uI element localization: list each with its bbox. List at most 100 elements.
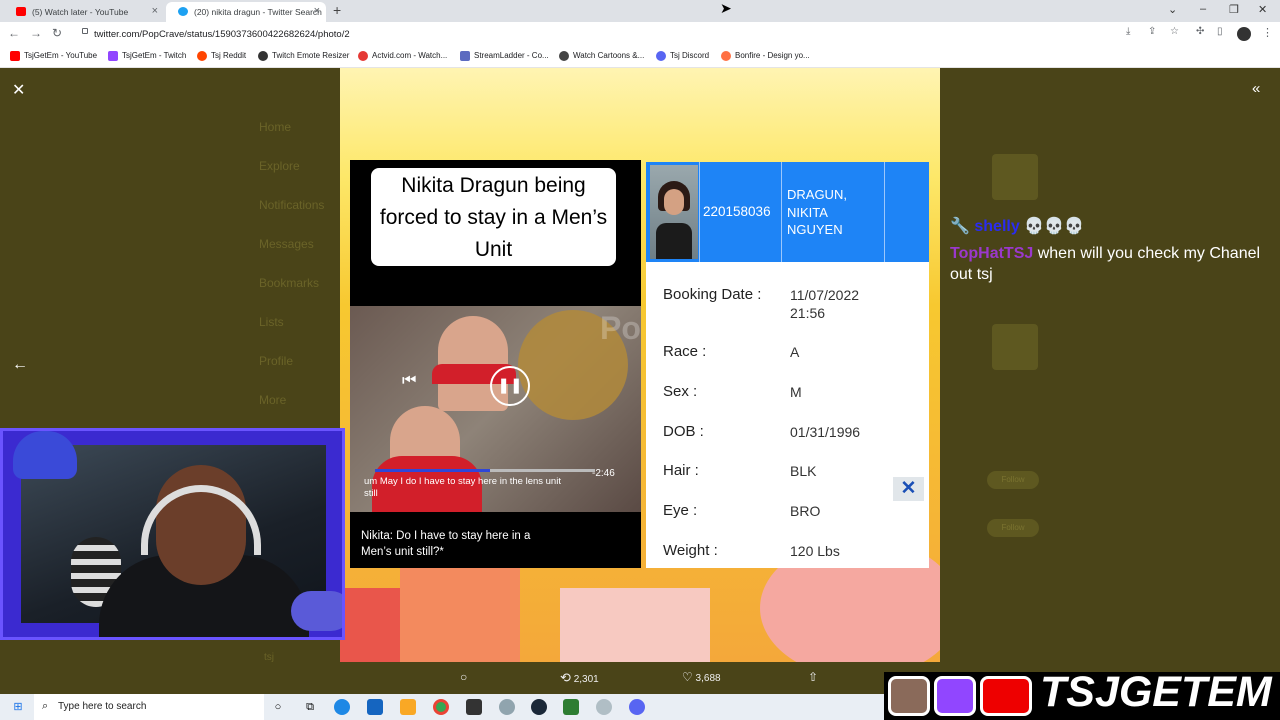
bookmark-label: StreamLadder - Co...: [474, 51, 549, 60]
bookmark-label: Bonfire - Design yo...: [735, 51, 810, 60]
mugshot: [650, 165, 698, 259]
share-icon[interactable]: ⇪: [1148, 26, 1156, 37]
globe-icon: [559, 51, 569, 61]
like-count: 3,688: [695, 673, 721, 684]
steam-icon[interactable]: [531, 699, 547, 715]
decor-shape: [400, 568, 520, 662]
sidebar-icon[interactable]: ▯: [1217, 26, 1223, 37]
video-progress[interactable]: [375, 469, 595, 472]
race-label: Race :: [663, 343, 707, 360]
star-icon[interactable]: ☆: [1170, 26, 1179, 37]
tab-watch-later[interactable]: (5) Watch later - YouTube ×: [4, 2, 164, 22]
bookmark-label: Tsj Reddit: [211, 51, 247, 60]
app-icon[interactable]: [563, 699, 579, 715]
youtube-icon: [980, 676, 1032, 716]
address-bar[interactable]: twitter.com/PopCrave/status/159037360042…: [80, 26, 1120, 42]
pause-icon[interactable]: ❚❚: [490, 366, 530, 406]
bookmark-emote-resizer[interactable]: Twitch Emote Resizer: [258, 51, 349, 61]
close-icon[interactable]: ✕: [12, 80, 25, 100]
body-shape: [656, 223, 692, 259]
booking-date-label: Booking Date :: [663, 286, 762, 303]
minimize-icon[interactable]: –: [1200, 3, 1206, 15]
bookmark-tsj-twitch[interactable]: TsjGetEm - Twitch: [108, 51, 186, 61]
back-icon[interactable]: ←: [8, 26, 20, 40]
extensions-icon[interactable]: ✣: [1196, 26, 1204, 37]
sidebar-item-bookmarks[interactable]: Bookmarks: [259, 276, 319, 290]
app-icon[interactable]: [499, 699, 515, 715]
task-view-icon[interactable]: ⧉: [302, 699, 318, 715]
bookmark-actvid[interactable]: Actvid.com - Watch...: [358, 51, 447, 61]
bookmark-tsj-reddit[interactable]: Tsj Reddit: [197, 51, 247, 61]
instagram-icon: [888, 676, 930, 716]
booking-number: 220158036: [703, 204, 771, 219]
hair-value: BLK: [790, 463, 817, 479]
file-explorer-icon[interactable]: [400, 699, 416, 715]
close-tab-icon[interactable]: ×: [152, 5, 158, 17]
edge-icon[interactable]: [334, 699, 350, 715]
twitch-icon: [934, 676, 976, 716]
twitter-icon: [178, 7, 188, 16]
previous-icon[interactable]: ⏮: [402, 372, 416, 390]
taskbar-search[interactable]: ⌕ Type here to search: [34, 694, 264, 720]
like-button[interactable]: ♡ 3,688: [682, 670, 721, 684]
chat-username: shelly: [974, 218, 1020, 235]
booking-date-value: 11/07/2022 21:56: [790, 287, 860, 321]
app-icon[interactable]: [466, 699, 482, 715]
bookmark-watch-cartoons[interactable]: Watch Cartoons &...: [559, 51, 645, 61]
new-tab-button[interactable]: +: [333, 2, 341, 18]
bookmarks-bar: TsjGetEm - YouTube TsjGetEm - Twitch Tsj…: [0, 46, 1280, 68]
screen: (5) Watch later - YouTube × (20) nikita …: [0, 0, 1280, 720]
bookmark-bonfire[interactable]: Bonfire - Design yo...: [721, 51, 810, 61]
reply-icon[interactable]: ○: [460, 670, 467, 684]
video-subtitle: um May I do I have to stay here in the l…: [364, 476, 561, 499]
double-chevron-icon[interactable]: «: [1252, 80, 1260, 97]
restore-icon[interactable]: ❐: [1229, 3, 1239, 16]
avatar[interactable]: [1237, 27, 1251, 41]
menu-icon[interactable]: ⋮: [1262, 26, 1273, 39]
close-window-icon[interactable]: ✕: [1258, 3, 1267, 16]
follow-button[interactable]: Follow: [987, 519, 1039, 537]
webcam-overlay: [0, 428, 345, 640]
download-icon[interactable]: ⤓: [1126, 26, 1130, 37]
search-icon: ⌕: [42, 700, 49, 712]
browser-nav-bar: ← → ↻ twitter.com/PopCrave/status/159037…: [0, 22, 1280, 46]
tab-label: (5) Watch later - YouTube: [32, 7, 129, 17]
close-tab-icon[interactable]: ×: [314, 5, 320, 17]
sidebar-item-explore[interactable]: Explore: [259, 159, 300, 173]
bookmark-label: Watch Cartoons &...: [573, 51, 645, 60]
sidebar-item-home[interactable]: Home: [259, 120, 291, 134]
sidebar-item-notifications[interactable]: Notifications: [259, 198, 324, 212]
tab-twitter-search[interactable]: (20) nikita dragun - Twitter Search ×: [166, 2, 326, 22]
sidebar-item-more[interactable]: More: [259, 393, 286, 407]
close-icon[interactable]: ✕: [893, 477, 924, 501]
discord-icon[interactable]: [629, 699, 645, 715]
sidebar-item-profile[interactable]: Profile: [259, 354, 293, 368]
streamladder-icon: [460, 51, 470, 61]
profile-name[interactable]: tsj: [264, 652, 274, 663]
tab-label: (20) nikita dragun - Twitter Search: [194, 7, 322, 17]
windows-start-icon[interactable]: ⊞: [10, 699, 26, 715]
mail-icon[interactable]: [367, 699, 383, 715]
bookmark-streamladder[interactable]: StreamLadder - Co...: [460, 51, 549, 61]
chrome-icon[interactable]: [433, 699, 449, 715]
watermark: Pop: [600, 310, 641, 346]
search-placeholder: Type here to search: [58, 701, 147, 712]
itunes-icon[interactable]: [596, 699, 612, 715]
bookmark-tsj-discord[interactable]: Tsj Discord: [656, 51, 709, 61]
bat-decoration: [13, 431, 77, 479]
bookmark-tsj-youtube[interactable]: TsjGetEm - YouTube: [10, 51, 97, 61]
stream-chat: 🔧 shelly 💀💀💀 TopHatTSJ when will you che…: [950, 216, 1270, 285]
chevron-down-icon[interactable]: ⌄: [1168, 3, 1177, 16]
reload-icon[interactable]: ↻: [52, 26, 62, 40]
retweet-button[interactable]: ⟲ 2,301: [560, 670, 599, 686]
sidebar-item-lists[interactable]: Lists: [259, 315, 284, 329]
arrow-left-icon[interactable]: ←: [12, 356, 28, 374]
forward-icon[interactable]: →: [30, 26, 42, 40]
share-icon[interactable]: ⇧: [808, 670, 818, 684]
sidebar-item-messages[interactable]: Messages: [259, 237, 314, 251]
cortana-icon[interactable]: ○: [270, 699, 286, 715]
decor-shape: [340, 588, 400, 662]
chat-message: TopHatTSJ when will you check my Chanel …: [950, 243, 1270, 285]
follow-button[interactable]: Follow: [987, 471, 1039, 489]
chat-message: 🔧 shelly 💀💀💀: [950, 216, 1270, 237]
